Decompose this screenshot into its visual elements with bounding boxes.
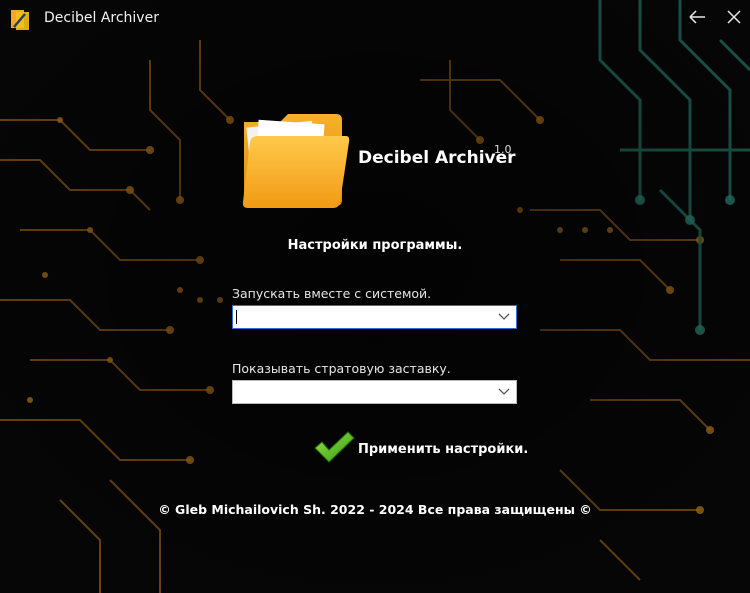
splash-label: Показывать стратовую заставку.: [232, 361, 451, 376]
autostart-select[interactable]: [232, 305, 517, 329]
apply-settings-button[interactable]: Применить настройки.: [312, 430, 528, 470]
chevron-down-icon[interactable]: [498, 313, 510, 321]
title-bar: Decibel Archiver: [0, 0, 750, 36]
apply-label: Применить настройки.: [358, 442, 529, 457]
copyright-footer: © Gleb Michailovich Sh. 2022 - 2024 Все …: [158, 502, 592, 517]
app-name: Decibel Archiver: [358, 148, 516, 168]
close-icon[interactable]: [722, 4, 746, 30]
version-label: 1.0: [494, 143, 512, 156]
text-caret: [236, 310, 237, 324]
splash-select[interactable]: [232, 380, 517, 404]
checkmark-icon: [314, 431, 355, 463]
folder-icon: [242, 114, 350, 208]
settings-title: Настройки программы.: [287, 238, 463, 253]
app-logo-icon: [11, 10, 29, 30]
chevron-down-icon[interactable]: [498, 388, 510, 396]
window-title: Decibel Archiver: [44, 10, 159, 26]
back-arrow-icon[interactable]: [686, 4, 710, 30]
autostart-label: Запускать вместе с системой.: [232, 286, 432, 301]
